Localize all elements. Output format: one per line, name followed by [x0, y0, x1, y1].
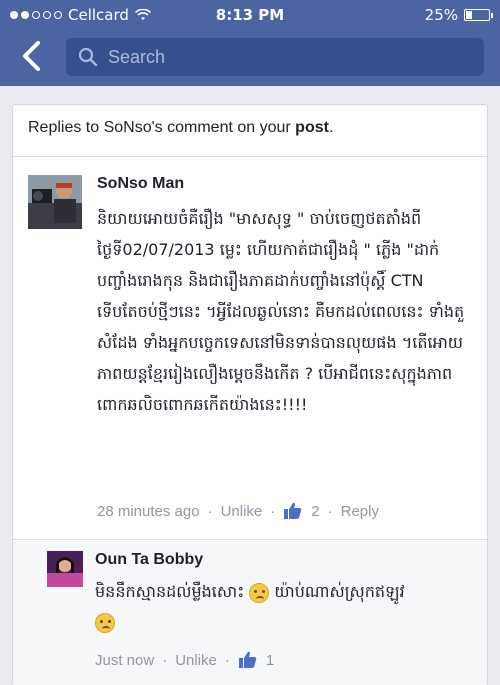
comment-text: និយាយអោយចំគឺរឿង "មាសសុទ្ធ " ចាប់ចេញថតតាំ… [97, 209, 465, 414]
status-bar: Cellcard 8:13 PM 25% [0, 0, 500, 30]
notification-suffix: . [328, 119, 334, 136]
search-input[interactable] [108, 46, 448, 68]
unlike-button[interactable]: Unlike [221, 503, 263, 520]
post-link[interactable]: post [295, 119, 329, 136]
avatar-photo-icon [28, 175, 82, 229]
reply-text: មិននឹកស្មានដល់ម្លឹងសោះ យ៉ាប់ណាស់ស្រុកឥឡូ… [95, 577, 475, 637]
avatar[interactable] [47, 551, 83, 587]
comment-author[interactable]: SoNso Man [97, 175, 184, 193]
reply-time: Just now [95, 651, 155, 669]
sad-sweat-emoji-icon [249, 582, 270, 603]
comment-time: 28 minutes ago [97, 502, 200, 520]
avatar-photo-icon [47, 551, 83, 587]
reply-text-part1: មិននឹកស្មានដល់ម្លឹងសោះ [95, 582, 245, 601]
unlike-button[interactable]: Unlike [175, 652, 217, 669]
comment-like-count: 2 [311, 502, 320, 520]
like-thumb-icon [238, 651, 257, 668]
comment: SoNso Man និយាយអោយចំគឺរឿង "មាសសុទ្ធ " ចា… [13, 157, 487, 540]
disappointed-emoji-icon [95, 612, 115, 633]
like-thumb-icon [284, 502, 302, 519]
top-bar: Cellcard 8:13 PM 25% [0, 0, 500, 86]
reply-like-count: 1 [265, 651, 275, 669]
notification-header: Replies to SoNso's comment on your post. [13, 105, 487, 157]
reply-button[interactable]: Reply [341, 503, 379, 520]
back-arrow-icon[interactable] [18, 40, 44, 72]
search-bar[interactable] [66, 38, 484, 76]
reply-author[interactable]: Oun Ta Bobby [95, 551, 203, 569]
reply-text-part2: យ៉ាប់ណាស់ស្រុកឥឡូវ [274, 582, 405, 601]
comment-meta: 28 minutes ago · Unlike · 2 · Reply [97, 502, 379, 520]
reply: Oun Ta Bobby មិននឹកស្មានដល់ម្លឹងសោះ យ៉ាប… [13, 541, 487, 685]
notification-text: Replies to SoNso's comment on your [28, 119, 296, 136]
avatar[interactable] [28, 175, 82, 229]
battery-percent: 25% [424, 6, 458, 24]
battery-icon [464, 9, 493, 21]
reply-meta: Just now · Unlike · 1 [95, 651, 275, 669]
notification-card: Replies to SoNso's comment on your post.… [12, 104, 488, 685]
search-icon [78, 47, 98, 67]
